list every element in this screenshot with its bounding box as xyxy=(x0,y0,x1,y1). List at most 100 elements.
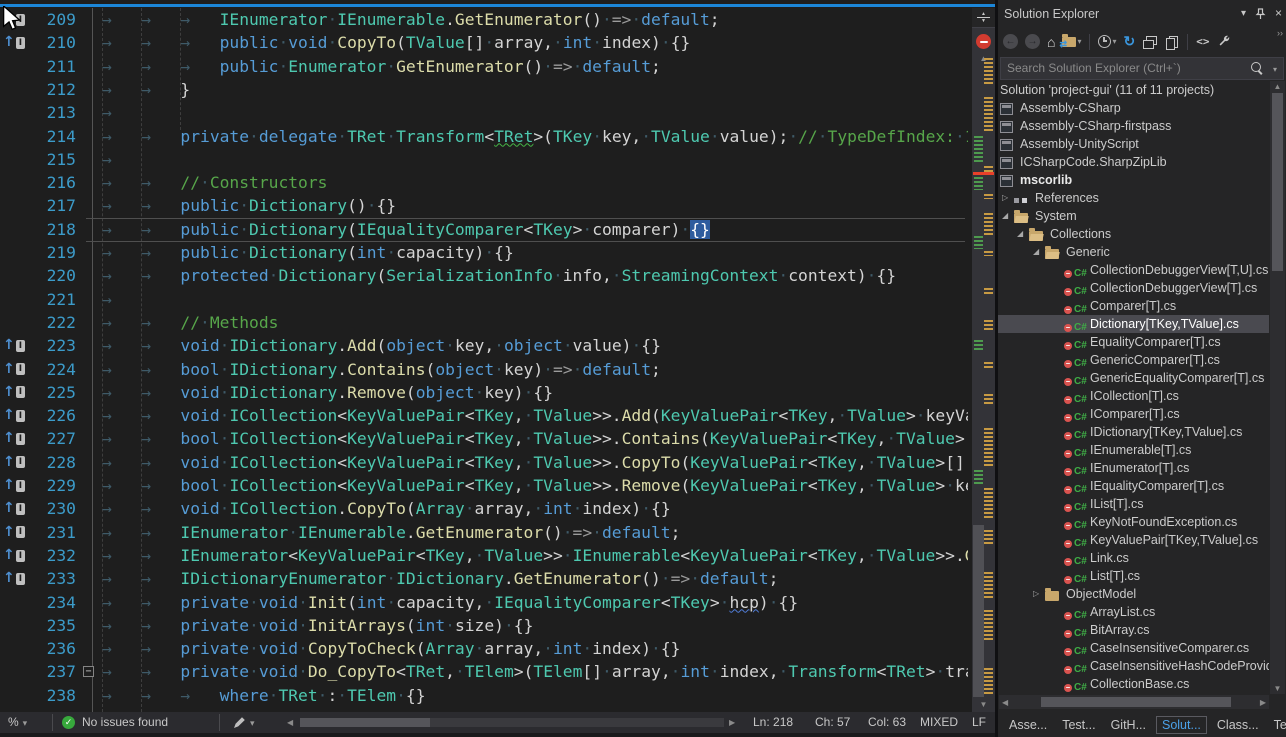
code-line[interactable]: 239→→private·static·KeyValuePair<TKey,·T… xyxy=(0,707,968,712)
tree-item[interactable]: Assembly-UnityScript xyxy=(998,135,1269,153)
line-number[interactable]: 222 xyxy=(24,311,76,334)
code-line[interactable]: 218→→public·Dictionary(IEqualityComparer… xyxy=(0,218,968,241)
tool-window-tab[interactable]: GitH... xyxy=(1106,717,1151,733)
line-number[interactable]: 238 xyxy=(24,684,76,707)
pin-icon[interactable] xyxy=(1255,8,1266,20)
fold-toggle[interactable]: − xyxy=(83,666,94,677)
code-line[interactable]: 222→→//·Methods xyxy=(0,311,968,334)
code-line[interactable]: 211 →→→public·Enumerator·GetEnumerator()·… xyxy=(0,55,968,78)
tree-item[interactable]: Assembly-CSharp-firstpass xyxy=(998,117,1269,135)
switch-views-button[interactable]: ⇄▾ xyxy=(1062,37,1081,47)
code-line[interactable]: ↑I233→→IDictionaryEnumerator·IDictionary… xyxy=(0,567,968,590)
line-number[interactable]: 225 xyxy=(24,381,76,404)
code-text[interactable]: → xyxy=(102,148,141,171)
tree-item[interactable]: ▷References xyxy=(998,189,1269,207)
implements-member-icon[interactable]: ↑I xyxy=(3,521,25,544)
code-line[interactable]: ↑I224→→bool·IDictionary.Contains(object·… xyxy=(0,358,968,381)
scroll-left-icon[interactable]: ◀ xyxy=(1002,698,1008,707)
code-line[interactable]: 235→→private·void·InitArrays(int·size)·{… xyxy=(0,614,968,637)
code-line[interactable]: 214→→private·delegate·TRet·Transform<TRe… xyxy=(0,125,968,148)
tree-item[interactable]: C#CollectionDebuggerView[T,U].cs xyxy=(998,261,1269,279)
code-line[interactable]: ↑I223→→void·IDictionary.Add(object·key,·… xyxy=(0,334,968,357)
code-text[interactable]: →→→public·Enumerator·GetEnumerator()·=>·… xyxy=(102,55,661,78)
code-text[interactable]: →→bool·ICollection<KeyValuePair<TKey,·TV… xyxy=(102,474,968,497)
code-line[interactable]: 238→→→where·TRet·:·TElem·{} xyxy=(0,684,968,707)
code-text[interactable]: →→IEnumerator<KeyValuePair<TKey,·TValue>… xyxy=(102,544,968,567)
code-text[interactable]: →→void·ICollection.CopyTo(Array·array,·i… xyxy=(102,497,671,520)
line-number[interactable]: 229 xyxy=(24,474,76,497)
code-text[interactable]: →→→public·void·CopyTo(TValue[]·array,·in… xyxy=(102,31,690,54)
code-line[interactable]: ↑I225→→void·IDictionary.Remove(object·ke… xyxy=(0,381,968,404)
tree-item[interactable]: C#CaseInsensitiveComparer.cs xyxy=(998,639,1269,657)
code-text[interactable]: →→private·void·Do_CopyTo<TRet,·TElem>(TE… xyxy=(102,660,968,683)
line-number[interactable]: 211 xyxy=(24,55,76,78)
tree-item[interactable]: C#IEnumerable[T].cs xyxy=(998,441,1269,459)
tree-item-solution[interactable]: Solution 'project-gui' (11 of 11 project… xyxy=(998,81,1269,99)
scroll-right-icon[interactable]: ▶ xyxy=(1260,698,1266,707)
implements-member-icon[interactable]: ↑I xyxy=(3,358,25,381)
line-number[interactable]: 235 xyxy=(24,614,76,637)
line-number[interactable]: 233 xyxy=(24,567,76,590)
collapse-arrow-icon[interactable]: ◢ xyxy=(1002,207,1008,225)
implements-member-icon[interactable]: ↑I xyxy=(3,404,25,427)
line-number[interactable]: 232 xyxy=(24,544,76,567)
expand-arrow-icon[interactable]: ▷ xyxy=(1033,585,1039,603)
show-all-files-button[interactable] xyxy=(1164,35,1179,49)
code-line[interactable]: ↑I230→→void·ICollection.CopyTo(Array·arr… xyxy=(0,497,968,520)
search-input[interactable]: Search Solution Explorer (Ctrl+`) ▾ xyxy=(1000,57,1284,80)
line-number[interactable]: 234 xyxy=(24,591,76,614)
code-line[interactable]: 234 →→private·void·Init(int·capacity,·IEq… xyxy=(0,591,968,614)
line-number[interactable]: 237 xyxy=(24,660,76,683)
tree-vertical-scrollbar[interactable]: ▲ ▼ xyxy=(1270,81,1285,694)
code-text[interactable]: →→void·ICollection<KeyValuePair<TKey,·TV… xyxy=(102,451,965,474)
code-line[interactable]: ↑I227→→bool·ICollection<KeyValuePair<TKe… xyxy=(0,427,968,450)
document-health-icon[interactable] xyxy=(976,34,991,49)
tree-item[interactable]: C#IDictionary[TKey,TValue].cs xyxy=(998,423,1269,441)
navigate-forward-button[interactable]: → xyxy=(1025,34,1040,49)
tree-horizontal-scrollbar[interactable]: ◀ ▶ xyxy=(999,695,1269,709)
home-button[interactable]: ⌂ xyxy=(1047,34,1055,50)
line-number[interactable]: 209 xyxy=(24,8,76,31)
tree-item[interactable]: C#List[T].cs xyxy=(998,567,1269,585)
line-number[interactable]: 219 xyxy=(24,241,76,264)
tree-item[interactable]: C#GenericComparer[T].cs xyxy=(998,351,1269,369)
expand-arrow-icon[interactable]: ▷ xyxy=(1002,189,1008,207)
navigate-back-button[interactable]: ← xyxy=(1003,34,1018,49)
refresh-button[interactable]: ↻ xyxy=(1124,33,1136,50)
code-text[interactable]: →→IEnumerator·IEnumerable.GetEnumerator(… xyxy=(102,521,680,544)
code-text[interactable]: →→private·void·Init(int·capacity,·IEqual… xyxy=(102,591,798,614)
line-number[interactable]: 217 xyxy=(24,194,76,217)
code-text[interactable]: →→void·ICollection<KeyValuePair<TKey,·TV… xyxy=(102,404,968,427)
tool-window-tab[interactable]: Solut... xyxy=(1156,716,1207,734)
horizontal-scroll-thumb[interactable] xyxy=(300,718,430,727)
tree-item[interactable]: ◢Generic xyxy=(998,243,1269,261)
code-text[interactable]: →→bool·IDictionary.Contains(object·key)·… xyxy=(102,358,661,381)
code-line[interactable]: 221→ xyxy=(0,288,968,311)
line-number[interactable]: 218 xyxy=(24,218,76,241)
code-text[interactable]: →→} xyxy=(102,78,190,101)
code-text[interactable]: →→bool·ICollection<KeyValuePair<TKey,·TV… xyxy=(102,427,965,450)
implements-member-icon[interactable]: ↑I xyxy=(3,381,25,404)
implements-member-icon[interactable]: ↑I xyxy=(3,427,25,450)
tool-window-tab[interactable]: Asse... xyxy=(1004,717,1052,733)
properties-button[interactable] xyxy=(1216,34,1231,49)
zoom-control[interactable]: %▾ xyxy=(8,715,27,729)
scroll-right-icon[interactable]: ▶ xyxy=(729,718,735,727)
implements-member-icon[interactable]: ↑I xyxy=(3,567,25,590)
issues-indicator[interactable]: ✓ No issues found xyxy=(62,715,168,729)
line-number[interactable]: 236 xyxy=(24,637,76,660)
line-number[interactable]: 223 xyxy=(24,334,76,357)
code-text[interactable]: → xyxy=(102,288,141,311)
tree-item[interactable]: C#Link.cs xyxy=(998,549,1269,567)
line-number[interactable]: 213 xyxy=(24,101,76,124)
code-line[interactable]: 215→ xyxy=(0,148,968,171)
toolbar-overflow-icon[interactable]: ›› xyxy=(1277,28,1283,38)
implements-member-icon[interactable]: ↑I xyxy=(3,497,25,520)
code-text[interactable]: →→protected·Dictionary(SerializationInfo… xyxy=(102,264,896,287)
code-line[interactable]: ↑I209→→→IEnumerator·IEnumerable.GetEnume… xyxy=(0,8,968,31)
line-number[interactable]: 212 xyxy=(24,78,76,101)
tree-item[interactable]: ICSharpCode.SharpZipLib xyxy=(998,153,1269,171)
code-line[interactable]: 237−→→private·void·Do_CopyTo<TRet,·TElem… xyxy=(0,660,968,683)
collapse-arrow-icon[interactable]: ◢ xyxy=(1033,243,1039,261)
search-icon[interactable] xyxy=(1251,62,1261,72)
